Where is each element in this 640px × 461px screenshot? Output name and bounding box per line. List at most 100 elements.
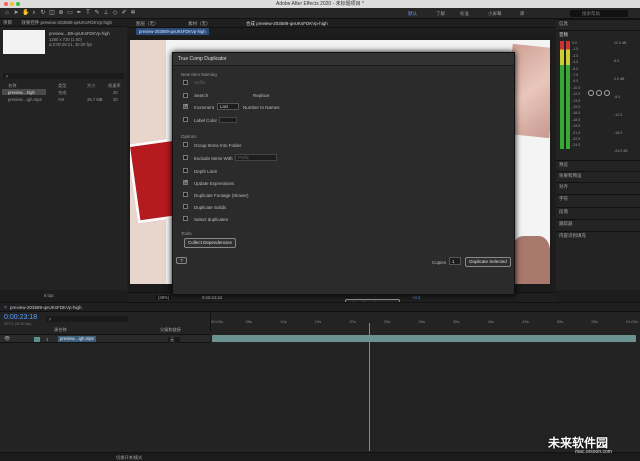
tracker-panel-header[interactable]: 跟踪器 [556, 219, 640, 227]
brush-tool-icon[interactable]: ✎ [94, 10, 100, 16]
close-window-button[interactable] [4, 2, 8, 6]
roto-brush-tool-icon[interactable]: ✐ [121, 10, 127, 16]
zoom-dropdown[interactable]: (38%) [156, 295, 172, 300]
exclude-items-checkbox[interactable] [183, 155, 188, 160]
audio-panel-header[interactable]: 音频 [556, 30, 640, 38]
help-button[interactable]: ? [176, 257, 187, 264]
ruler-tick-label: 01:00s [626, 319, 639, 324]
composition-tab[interactable]: 合成 preview-203589-qeUKsFDKVp-high [246, 19, 328, 28]
exposure-value[interactable]: +0.0 [412, 295, 420, 300]
col-rate[interactable]: 帧速率 [108, 83, 121, 89]
workspace-small-screen[interactable]: 小屏幕 [488, 9, 502, 18]
bpc-button[interactable]: 8 bpc [44, 293, 54, 298]
select-duplicates-checkbox[interactable] [183, 216, 188, 221]
db-tick-left: -18.0 [572, 117, 581, 122]
right-panels: 信息 音频 0.0 -1.5 -3.0 -4.5 -6.0 -7.5 -9.0 -10.5 -1… [556, 19, 640, 290]
character-panel-header[interactable]: 字符 [556, 194, 640, 202]
col-size[interactable]: 大小 [87, 83, 95, 89]
comp-flowchart-tab[interactable]: preview-203589-qeUKsFDKVp-high [136, 28, 209, 35]
project-row-footage[interactable]: preview....igh.mp4 [8, 97, 42, 102]
preview-panel-header[interactable]: 预览 [556, 160, 640, 168]
label-color-checkbox[interactable] [183, 117, 188, 122]
rotate-tool-icon[interactable]: ↻ [40, 10, 46, 16]
home-icon[interactable]: ⌂ [4, 10, 10, 16]
window-title: Adobe After Effects 2020 - 未标题项目 * [275, 1, 364, 7]
column-source-name[interactable]: 源名称 [54, 327, 67, 333]
zoom-tool-icon[interactable]: ⌕ [31, 10, 37, 16]
duplicate-solids-checkbox[interactable] [183, 204, 188, 209]
pen-tool-icon[interactable]: ✒ [76, 10, 82, 16]
duplicate-footage-checkbox[interactable] [183, 192, 188, 197]
viewer-timecode[interactable]: 0:00:23:18 [202, 295, 222, 300]
timeline-layer-row[interactable]: 👁 1 preview....igh.mp4 无 [0, 334, 210, 343]
layer-name[interactable]: preview....igh.mp4 [58, 336, 96, 342]
db-tick-left: -12.0 [572, 92, 581, 97]
type-tool-icon[interactable]: T [85, 10, 91, 16]
workspace-library[interactable]: 库 [520, 9, 525, 18]
pan-behind-tool-icon[interactable]: ⊕ [58, 10, 64, 16]
group-items-checkbox[interactable] [183, 142, 188, 147]
copies-input[interactable]: 1 [449, 257, 461, 265]
close-comp-icon[interactable]: × [4, 305, 7, 311]
increment-position-dropdown[interactable]: Last [217, 103, 239, 110]
effects-presets-panel-header[interactable]: 效果和预设 [556, 171, 640, 179]
footage-tab[interactable]: 素材（无） [188, 19, 211, 28]
collect-dependencies-button[interactable]: Collect Dependencies [184, 238, 236, 248]
exclude-items-input[interactable]: Prefix [235, 154, 277, 161]
audio-slider-knob-2[interactable] [596, 90, 602, 96]
db-tick-left: -22.5 [572, 137, 581, 141]
layer-label-color[interactable] [34, 337, 40, 342]
selection-tool-icon[interactable]: ➤ [13, 10, 19, 16]
project-row-comp[interactable]: preview....high [8, 90, 35, 95]
camera-tool-icon[interactable]: ◫ [49, 10, 55, 16]
project-row-comp-rate: 30 [113, 90, 118, 95]
content-aware-fill-panel-header[interactable]: 内容识别填充 [556, 231, 640, 239]
eraser-tool-icon[interactable]: ◇ [112, 10, 118, 16]
playhead[interactable] [369, 323, 371, 451]
help-search-input[interactable]: 搜索帮助 [570, 10, 628, 17]
duplicate-selected-button[interactable]: Duplicate Selected [465, 257, 511, 267]
time-ruler[interactable]: 00:00s 05s 10s 15s 20s 25s 30s 35s 40s 45s 50s 55s 0… [210, 313, 640, 333]
project-search-input[interactable]: ρ [3, 73, 124, 79]
search-checkbox[interactable] [183, 93, 188, 98]
suffix-checkbox[interactable] [183, 80, 188, 85]
visibility-eye-icon[interactable]: 👁 [4, 336, 10, 342]
puppet-tool-icon[interactable]: ✲ [130, 10, 136, 16]
db-tick-right: -24.0 dB [614, 149, 628, 153]
timeline-panel: × preview-203589-qeUKsFDKVp-high 0:00:23… [0, 302, 640, 452]
timeline-current-time[interactable]: 0:00:23:18 [4, 314, 37, 321]
column-parent-link[interactable]: 父级和链接 [160, 327, 181, 333]
audio-slider-knob-3[interactable] [604, 90, 610, 96]
update-expressions-checkbox[interactable] [183, 179, 188, 185]
group-items-label: Group Items Into Folder [194, 143, 242, 148]
workspace-default[interactable]: 默认 [408, 9, 417, 18]
align-panel-header[interactable]: 对齐 [556, 182, 640, 190]
layer-duration-bar[interactable] [212, 335, 636, 342]
effect-controls-tab[interactable]: 效果控件 preview-203589-qeUKsFDKVp-high [21, 20, 112, 25]
workspace-learn[interactable]: 了解 [436, 9, 445, 18]
info-panel-header[interactable]: 信息 [556, 19, 640, 27]
minimize-window-button[interactable] [10, 2, 14, 6]
audio-slider-knob-1[interactable] [588, 90, 594, 96]
depth-limit-checkbox[interactable] [183, 168, 188, 173]
timeline-search-input[interactable]: ρ [46, 316, 128, 322]
project-tab[interactable]: 项目 [3, 20, 12, 25]
increment-checkbox[interactable] [183, 103, 188, 109]
watermark-url: mac.orsoon.com [575, 449, 612, 455]
true-comp-duplicator-dialog: True Comp Duplicator New Item Naming Suf… [172, 52, 515, 309]
new-item-naming-heading: New Item Naming [181, 72, 217, 77]
zoom-window-button[interactable] [16, 2, 20, 6]
layer-tab[interactable]: 图层（无） [136, 19, 159, 28]
col-type[interactable]: 类型 [58, 83, 66, 89]
rectangle-tool-icon[interactable]: ▭ [67, 10, 73, 16]
db-tick-right: 6.0 [614, 59, 619, 63]
dialog-title: True Comp Duplicator [173, 53, 514, 66]
paragraph-panel-header[interactable]: 段落 [556, 207, 640, 215]
label-color-dropdown[interactable] [219, 117, 237, 123]
workspace-standard[interactable]: 标准 [460, 9, 469, 18]
hand-tool-icon[interactable]: ✋ [22, 10, 29, 16]
toggle-switches-modes[interactable]: 切换开关/模式 [116, 455, 142, 461]
timeline-tab[interactable]: preview-203589-qeUKsFDKVp-high [10, 305, 82, 310]
parent-dropdown[interactable]: 无 [168, 337, 181, 343]
clone-stamp-tool-icon[interactable]: ⊥ [103, 10, 109, 16]
